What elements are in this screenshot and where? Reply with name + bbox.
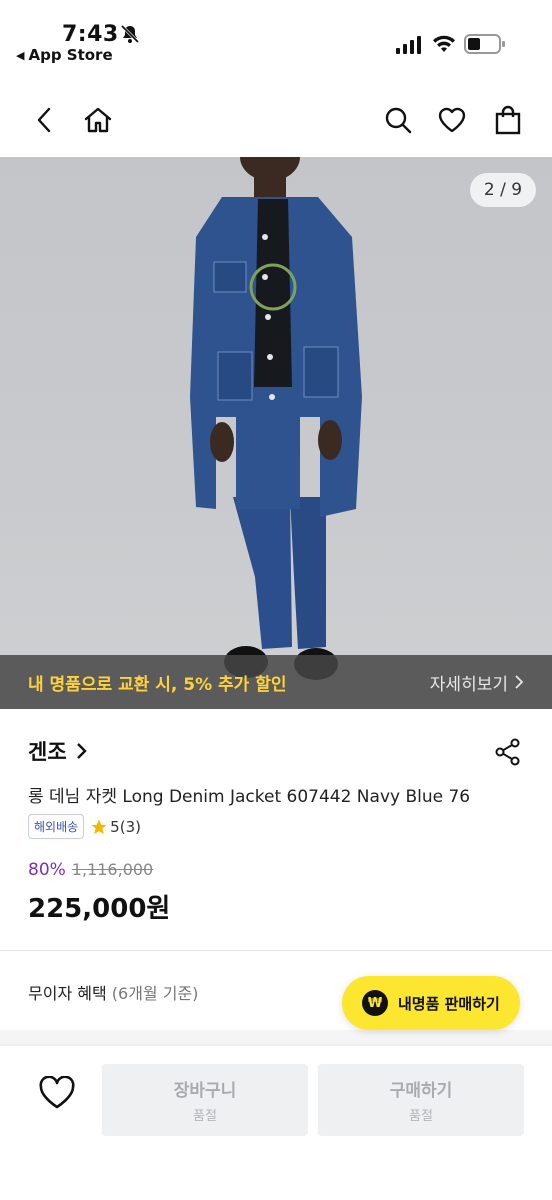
buy-label: 구매하기 <box>389 1081 453 1100</box>
sell-my-luxury-button[interactable]: ₩ 내명품 판매하기 <box>342 976 520 1030</box>
buy-sold-out: 품절 <box>409 1108 433 1123</box>
sale-price: 225,000원 <box>28 894 171 924</box>
brand-link[interactable]: 겐조 <box>28 736 87 766</box>
back-triangle-icon: ◀ <box>16 48 25 62</box>
chevron-right-icon <box>76 743 87 759</box>
wishlist-heart-icon[interactable] <box>38 1075 76 1114</box>
search-icon[interactable] <box>382 104 414 136</box>
wifi-icon <box>432 34 456 58</box>
back-app-label: App Store <box>28 46 113 64</box>
add-to-cart-button[interactable]: 장바구니 품절 <box>102 1064 308 1136</box>
promo-more-link[interactable]: 자세히보기 <box>430 670 524 695</box>
star-icon <box>91 819 107 834</box>
price-meta: 80% 1,116,000 <box>28 860 153 880</box>
installment-label: 무이자 혜택 <box>28 984 107 1003</box>
share-icon[interactable] <box>494 738 522 770</box>
cart-sold-out: 품절 <box>193 1108 217 1123</box>
promo-more-label: 자세히보기 <box>429 674 508 695</box>
buy-button[interactable]: 구매하기 품절 <box>318 1064 524 1136</box>
original-price: 1,116,000 <box>71 860 154 879</box>
top-navigation <box>0 92 552 152</box>
product-photo <box>190 157 362 680</box>
bottom-action-bar: 장바구니 품절 구매하기 품절 <box>0 1046 552 1200</box>
divider <box>0 950 552 951</box>
promo-banner[interactable]: 내 명품으로 교환 시, 5% 추가 할인 자세히보기 <box>0 655 552 709</box>
chevron-right-icon <box>515 675 524 689</box>
product-name: 롱 데님 자켓 Long Denim Jacket 607442 Navy Bl… <box>28 787 471 807</box>
back-icon[interactable] <box>28 104 60 136</box>
won-icon: ₩ <box>362 990 388 1016</box>
discount-rate: 80% <box>28 860 66 880</box>
sell-button-label: 내명품 판매하기 <box>398 994 500 1013</box>
back-to-app-store[interactable]: ◀ App Store <box>16 46 113 64</box>
rating[interactable]: 5(3) <box>90 818 141 836</box>
image-page-counter: 2 / 9 <box>470 173 536 207</box>
product-image[interactable]: 2 / 9 내 명품으로 교환 시, 5% 추가 할인 자세히보기 <box>0 157 552 709</box>
rating-value: 5(3) <box>110 817 141 836</box>
heart-icon[interactable] <box>436 104 468 136</box>
section-separator <box>0 1030 552 1046</box>
brand-name: 겐조 <box>28 740 67 764</box>
bag-icon[interactable] <box>492 104 524 136</box>
status-bar: 7:43 ◀ App Store <box>0 0 552 80</box>
cart-label: 장바구니 <box>173 1081 237 1100</box>
overseas-shipping-badge: 해외배송 <box>28 814 85 839</box>
product-tags: 해외배송 5(3) <box>28 814 141 839</box>
bell-off-icon <box>120 24 140 48</box>
signal-icon <box>396 36 422 58</box>
promo-text: 내 명품으로 교환 시, 5% 추가 할인 <box>28 674 287 695</box>
installment-sub: (6개월 기준) <box>111 984 199 1003</box>
status-time: 7:43 <box>62 22 119 47</box>
home-icon[interactable] <box>82 104 114 136</box>
installment-benefit[interactable]: 무이자 혜택 (6개월 기준) <box>28 980 198 1004</box>
battery-icon <box>464 34 506 58</box>
